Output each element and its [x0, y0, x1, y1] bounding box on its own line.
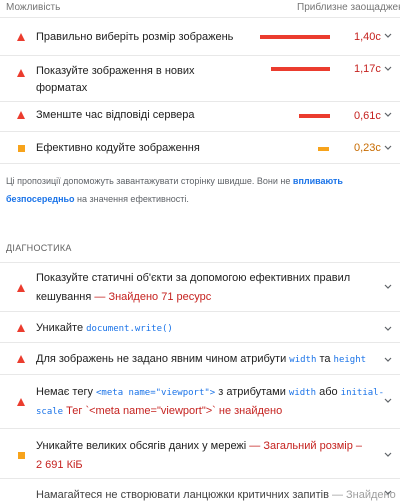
diagnostic-label-line1: Показуйте статичні об'єкти за допомогою …	[36, 272, 351, 284]
fail-triangle-icon	[17, 355, 25, 363]
diagnostic-detail: — Знайдено 71 ресурс	[91, 291, 212, 303]
opportunity-header: Можливість Приблизне заощадження	[0, 0, 400, 14]
divider	[0, 311, 400, 312]
footnote-text-end: на значення ефективності.	[74, 194, 189, 204]
divider	[0, 478, 400, 479]
divider	[0, 55, 400, 56]
divider	[0, 374, 400, 375]
chevron-down-icon[interactable]	[384, 326, 392, 334]
diagnostics-section-title: ДІАГНОСТИКА	[6, 243, 72, 253]
chevron-down-icon[interactable]	[384, 284, 392, 292]
divider	[0, 101, 400, 102]
diagnostic-label: Для зображень не задано явним чином атри…	[36, 353, 367, 365]
opportunity-label: Зменште час відповіді сервера	[36, 109, 195, 121]
average-square-icon	[18, 145, 25, 152]
chevron-down-icon[interactable]	[384, 66, 392, 74]
savings-value: 1,40с	[354, 31, 381, 43]
diagnostic-code: document.write()	[86, 324, 173, 334]
diagnostic-label-line1: Уникайте великих обсягів даних у мережі …	[36, 440, 363, 452]
savings-bar	[260, 35, 330, 39]
savings-bar	[299, 114, 330, 118]
chevron-down-icon[interactable]	[384, 112, 392, 120]
average-square-icon	[18, 452, 25, 459]
savings-value: 1,17с	[354, 63, 381, 75]
chevron-down-icon[interactable]	[384, 490, 392, 498]
opportunities-footnote: Ці пропозиції допоможуть завантажувати с…	[6, 172, 386, 208]
chevron-down-icon[interactable]	[384, 398, 392, 406]
footnote-text: Ці пропозиції допоможуть завантажувати с…	[6, 176, 293, 186]
fail-triangle-icon	[17, 111, 25, 119]
divider	[0, 262, 400, 263]
diagnostic-label-line2: кешування — Знайдено 71 ресурс	[36, 291, 212, 303]
divider	[0, 131, 400, 132]
fail-triangle-icon	[17, 324, 25, 332]
diagnostic-detail: Тег `<meta name="viewport">` не знайдено	[63, 405, 283, 417]
savings-bar	[271, 67, 330, 71]
opportunity-label: Ефективно кодуйте зображення	[36, 142, 200, 154]
chevron-down-icon[interactable]	[384, 452, 392, 460]
divider	[0, 17, 400, 18]
savings-column-title: Приблизне заощадження	[297, 2, 400, 13]
diagnostic-label: Уникайте document.write()	[36, 322, 173, 334]
fail-triangle-icon	[17, 284, 25, 292]
opportunity-label: Правильно виберіть розмір зображень	[36, 31, 234, 43]
savings-value: 0,23с	[354, 142, 381, 154]
diagnostic-label: Намагайтеся не створювати ланцюжки крити…	[36, 489, 396, 501]
fail-triangle-icon	[17, 398, 25, 406]
diagnostic-label-line1: Немає тегу <meta name="viewport"> з атри…	[36, 386, 385, 398]
diagnostic-detail-line2: 2 691 КіБ	[36, 459, 83, 471]
fail-triangle-icon	[17, 69, 25, 77]
opportunity-label-line1: Показуйте зображення в нових	[36, 65, 195, 77]
chevron-down-icon[interactable]	[384, 145, 392, 153]
fail-triangle-icon	[17, 33, 25, 41]
diagnostic-label-line2: scale Тег `<meta name="viewport">` не зн…	[36, 405, 283, 417]
divider	[0, 428, 400, 429]
opportunity-column-title: Можливість	[6, 2, 61, 13]
opportunity-label-line2: форматах	[36, 82, 88, 94]
chevron-down-icon[interactable]	[384, 33, 392, 41]
footnote-link-continued[interactable]: безпосередньо	[6, 194, 75, 204]
divider	[0, 342, 400, 343]
footnote-link[interactable]: впливають	[293, 176, 343, 186]
savings-value: 0,61с	[354, 110, 381, 122]
chevron-down-icon[interactable]	[384, 357, 392, 365]
savings-bar	[318, 147, 329, 151]
divider	[0, 163, 400, 164]
diagnostic-detail: — Загальний розмір –	[246, 440, 363, 452]
